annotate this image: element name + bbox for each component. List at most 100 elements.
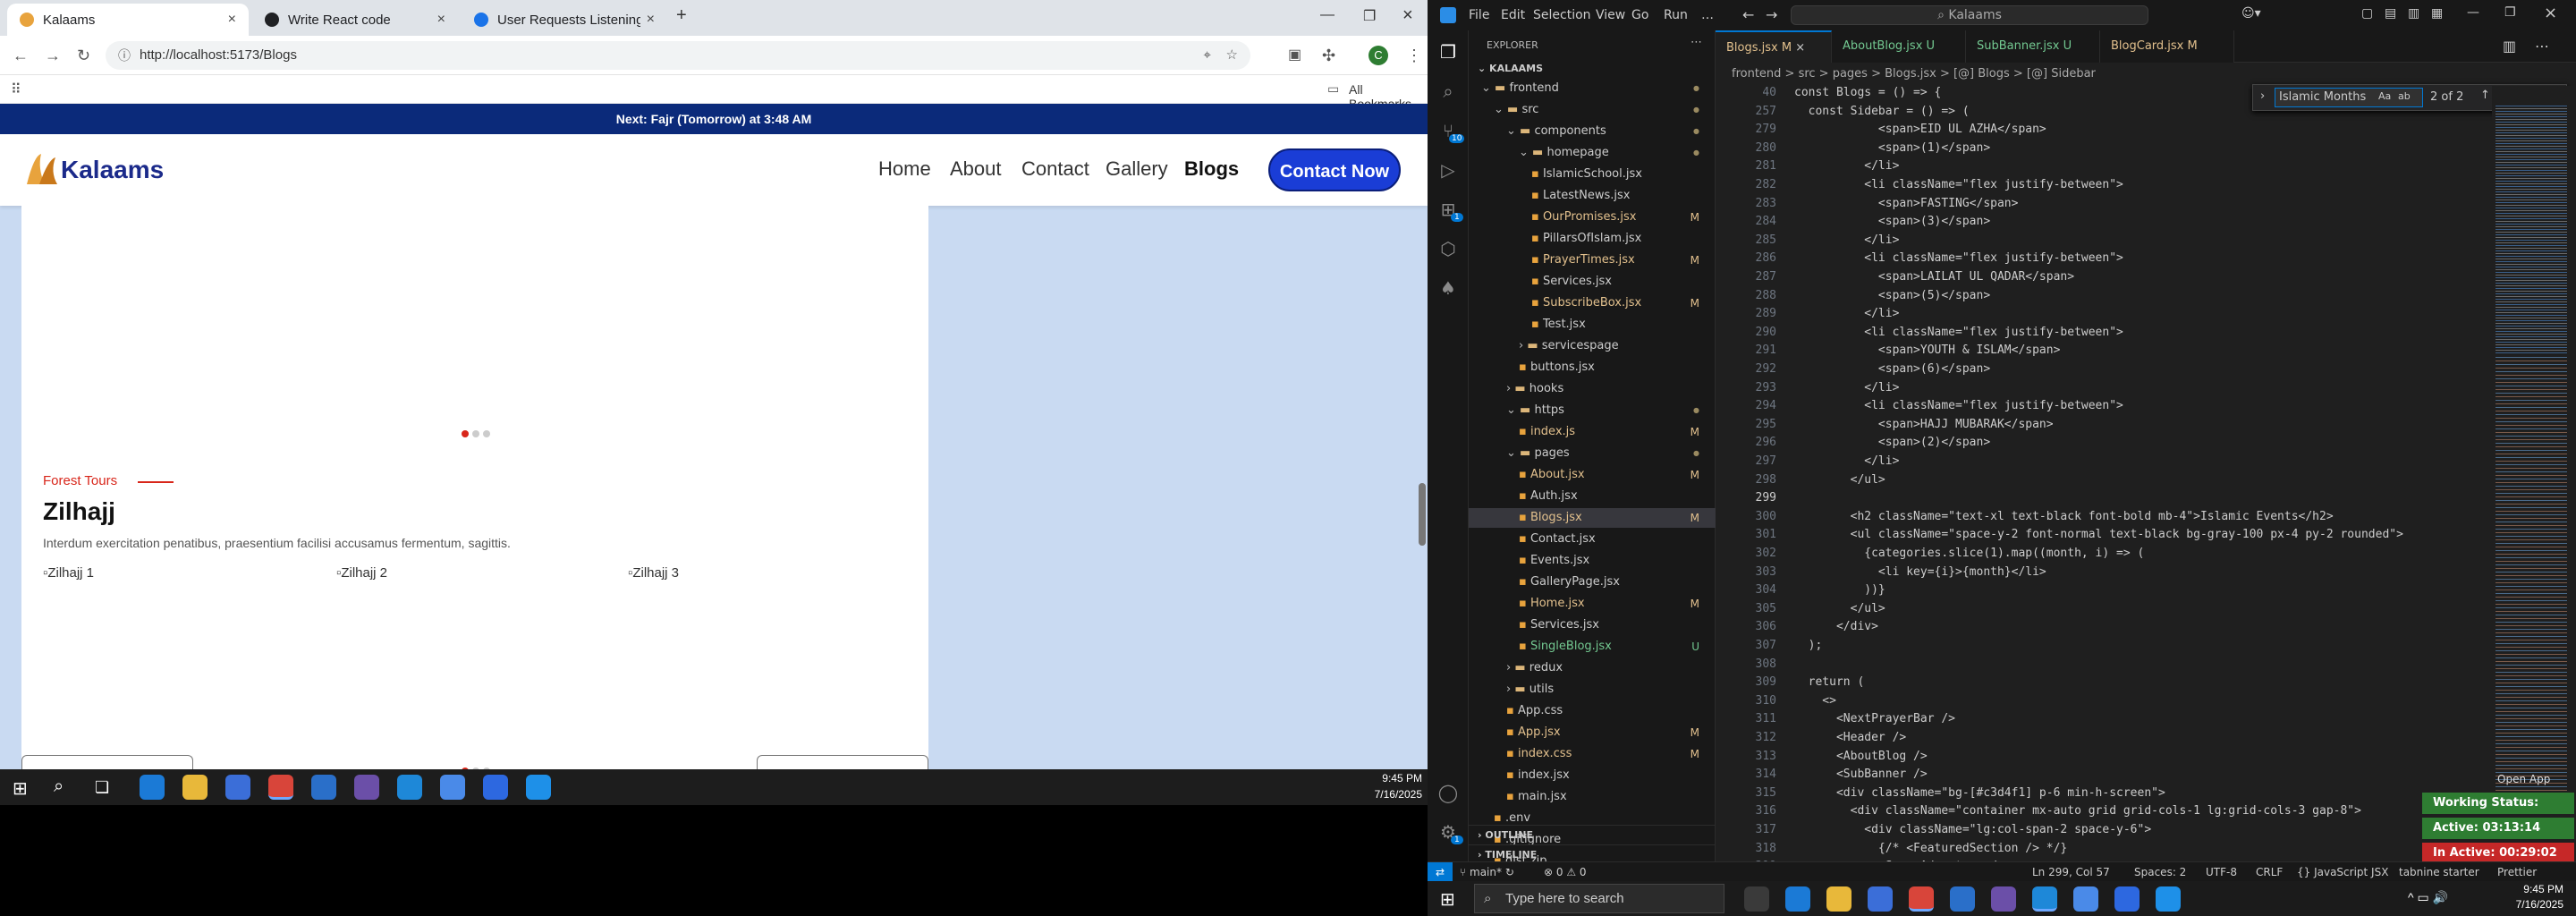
menu-edit[interactable]: Edit <box>1501 8 1525 22</box>
code-line[interactable]: {categories.slice(1).map((month, i) => ( <box>1794 547 2144 560</box>
tree-folder[interactable]: ⌄ ▬ homepage ● <box>1469 143 1716 163</box>
layout-panel-icon[interactable]: ▢ <box>2361 6 2373 21</box>
bookmark-star-icon[interactable]: ☆ <box>1226 41 1238 70</box>
address-bar[interactable]: ⓘ http://localhost:5173/Blogs ⌖ ☆ <box>106 41 1250 70</box>
site-info-icon[interactable]: ⓘ <box>118 41 131 70</box>
run-debug-icon[interactable]: ▷ <box>1437 159 1459 181</box>
tree-file[interactable]: ▪ Home.jsx M <box>1469 594 1716 614</box>
task-view-icon[interactable] <box>1744 886 1769 912</box>
tree-file[interactable]: ▪ buttons.jsx <box>1469 358 1716 377</box>
clock-date[interactable]: 7/16/2025 <box>1360 788 1422 801</box>
windows-start-icon[interactable]: ⊞ <box>13 777 28 800</box>
tree-folder[interactable]: › ▬ servicespage <box>1469 336 1716 356</box>
tree-file[interactable]: ▪ App.css <box>1469 701 1716 721</box>
code-line[interactable]: <ul className="space-y-2 font-normal tex… <box>1794 528 2403 541</box>
open-app-link[interactable]: Open App <box>2497 773 2550 785</box>
menu-dots-icon[interactable]: ⋮ <box>1406 36 1422 75</box>
chrome-taskbar-icon[interactable] <box>1909 886 1934 912</box>
tree-folder[interactable]: ⌄ ▬ src ● <box>1469 100 1716 120</box>
workspace-root[interactable]: ⌄ KALAAMS <box>1478 63 1543 74</box>
extension-icon[interactable]: ▣ <box>1288 36 1301 75</box>
code-line[interactable]: <li className="flex justify-between"> <box>1794 251 2123 265</box>
code-view[interactable]: 40 const Blogs = () => {257 const Sidebar… <box>1716 86 2576 881</box>
customize-layout-icon[interactable]: ▦ <box>2431 6 2443 21</box>
editor-tab-subbanner[interactable]: SubBanner.jsx U <box>1966 30 2100 63</box>
app2-taskbar-icon[interactable] <box>526 775 551 800</box>
tree-file[interactable]: ▪ index.css M <box>1469 744 1716 764</box>
page-scrollbar-thumb[interactable] <box>1419 483 1426 546</box>
sticky-scroll-line[interactable]: const Blogs = () => { <box>1794 86 1941 99</box>
nav-contact[interactable]: Contact <box>1021 157 1089 181</box>
code-line[interactable]: <span>(1)</span> <box>1794 141 1990 155</box>
toggle-replace-icon[interactable]: › <box>2260 89 2265 103</box>
active-time-toast[interactable]: Active: 03:13:14 <box>2422 818 2574 839</box>
tree-folder[interactable]: ⌄ ▬ pages ● <box>1469 444 1716 463</box>
nav-back-icon[interactable]: ← <box>1742 6 1754 23</box>
code-line[interactable]: </ul> <box>1794 602 1885 615</box>
code-line[interactable]: ); <box>1794 639 1823 652</box>
location-icon[interactable]: ⌖ <box>1204 41 1211 70</box>
tree-file[interactable]: ▪ SubscribeBox.jsx M <box>1469 293 1716 313</box>
tree-folder[interactable]: ⌄ ▬ https ● <box>1469 401 1716 420</box>
editor-tab-blogs[interactable]: Blogs.jsx M × <box>1716 30 1832 63</box>
tree-file[interactable]: ▪ Services.jsx <box>1469 615 1716 635</box>
menu-more[interactable]: … <box>1701 8 1714 22</box>
code-line[interactable]: <span>(6)</span> <box>1794 362 1990 376</box>
edge-taskbar-icon[interactable] <box>140 775 165 800</box>
account-icon[interactable]: ◯ <box>1437 782 1459 803</box>
code-line[interactable]: <SubBanner /> <box>1794 768 1928 781</box>
remote-indicator-icon[interactable]: ⇄ <box>1428 862 1453 881</box>
menu-file[interactable]: File <box>1469 8 1489 22</box>
toggle-sidebar-icon[interactable]: ▤ <box>2385 6 2396 21</box>
tree-file[interactable]: ▪ GalleryPage.jsx <box>1469 572 1716 592</box>
tree-file[interactable]: ▪ Auth.jsx <box>1469 487 1716 506</box>
app-taskbar-icon[interactable] <box>311 775 336 800</box>
editor-tab-aboutblog[interactable]: AboutBlog.jsx U <box>1832 30 1966 63</box>
clock-time[interactable]: 9:45 PM <box>1377 772 1422 785</box>
chrome-profile-taskbar-icon[interactable] <box>2073 886 2098 912</box>
code-line[interactable]: </div> <box>1794 620 1878 633</box>
code-line[interactable]: <span>LAILAT UL QADAR</span> <box>1794 270 2074 284</box>
tree-file[interactable]: ▪ About.jsx M <box>1469 465 1716 485</box>
working-status-toast[interactable]: Working Status: Active <box>2422 793 2574 831</box>
maximize-icon[interactable]: ❐ <box>1363 7 1376 25</box>
code-line[interactable]: <span>YOUTH & ISLAM</span> <box>1794 344 2061 357</box>
tree-file[interactable]: ▪ Events.jsx <box>1469 551 1716 571</box>
zoom-taskbar-icon[interactable] <box>2114 886 2140 912</box>
forward-icon[interactable]: → <box>45 36 61 75</box>
sticky-scroll-line[interactable]: const Sidebar = () => ( <box>1794 105 1970 118</box>
blog-title[interactable]: Zilhajj <box>43 497 115 526</box>
tree-file[interactable]: ▪ App.jsx M <box>1469 723 1716 742</box>
tree-file[interactable]: ▪ IslamicSchool.jsx <box>1469 165 1716 184</box>
site-logo-text[interactable]: Kalaams <box>61 156 164 184</box>
system-tray-icons[interactable]: ^ ▭ 🔊 <box>2408 890 2448 905</box>
explorer-icon[interactable]: ❐ <box>1437 41 1459 63</box>
code-line[interactable]: </li> <box>1794 381 1899 394</box>
vscode-taskbar-icon[interactable] <box>397 775 422 800</box>
menu-selection[interactable]: Selection <box>1533 8 1591 22</box>
previous-match-icon[interactable]: ↑ <box>2480 89 2490 102</box>
prettier-status[interactable]: Prettier <box>2497 862 2537 881</box>
code-line[interactable]: ))} <box>1794 583 1885 597</box>
blog-image-3[interactable]: ▫Zilhajj 3 <box>628 565 896 744</box>
tree-folder[interactable]: › ▬ utils <box>1469 680 1716 700</box>
tabnine-status[interactable]: tabnine starter <box>2399 862 2479 881</box>
tree-folder[interactable]: › ▬ hooks <box>1469 379 1716 399</box>
pagination-button-left[interactable] <box>21 755 193 769</box>
minimap[interactable] <box>2492 86 2576 881</box>
clock-date[interactable]: 7/16/2025 <box>2494 898 2563 911</box>
explorer-taskbar-icon[interactable] <box>182 775 208 800</box>
code-line[interactable]: <div className="container mx-auto grid g… <box>1794 804 2361 818</box>
encoding-status[interactable]: UTF-8 <box>2206 862 2237 881</box>
contact-now-button[interactable]: Contact Now <box>1268 148 1401 191</box>
tree-file[interactable]: ▪ LatestNews.jsx <box>1469 186 1716 206</box>
code-line[interactable]: <li key={i}>{month}</li> <box>1794 565 2046 579</box>
close-window-icon[interactable]: × <box>1402 5 1413 26</box>
blog-image-1[interactable]: ▫Zilhajj 1 <box>43 565 311 744</box>
code-line[interactable]: <span>(2)</span> <box>1794 436 1990 449</box>
code-line[interactable]: <span>HAJJ MUBARAK</span> <box>1794 418 2054 431</box>
tree-file[interactable]: ▪ index.jsx <box>1469 766 1716 785</box>
tree-folder[interactable]: › ▬ redux <box>1469 658 1716 678</box>
tree-file[interactable]: ▪ main.jsx <box>1469 787 1716 807</box>
copilot-icon[interactable]: ☺▾ <box>2241 6 2261 21</box>
